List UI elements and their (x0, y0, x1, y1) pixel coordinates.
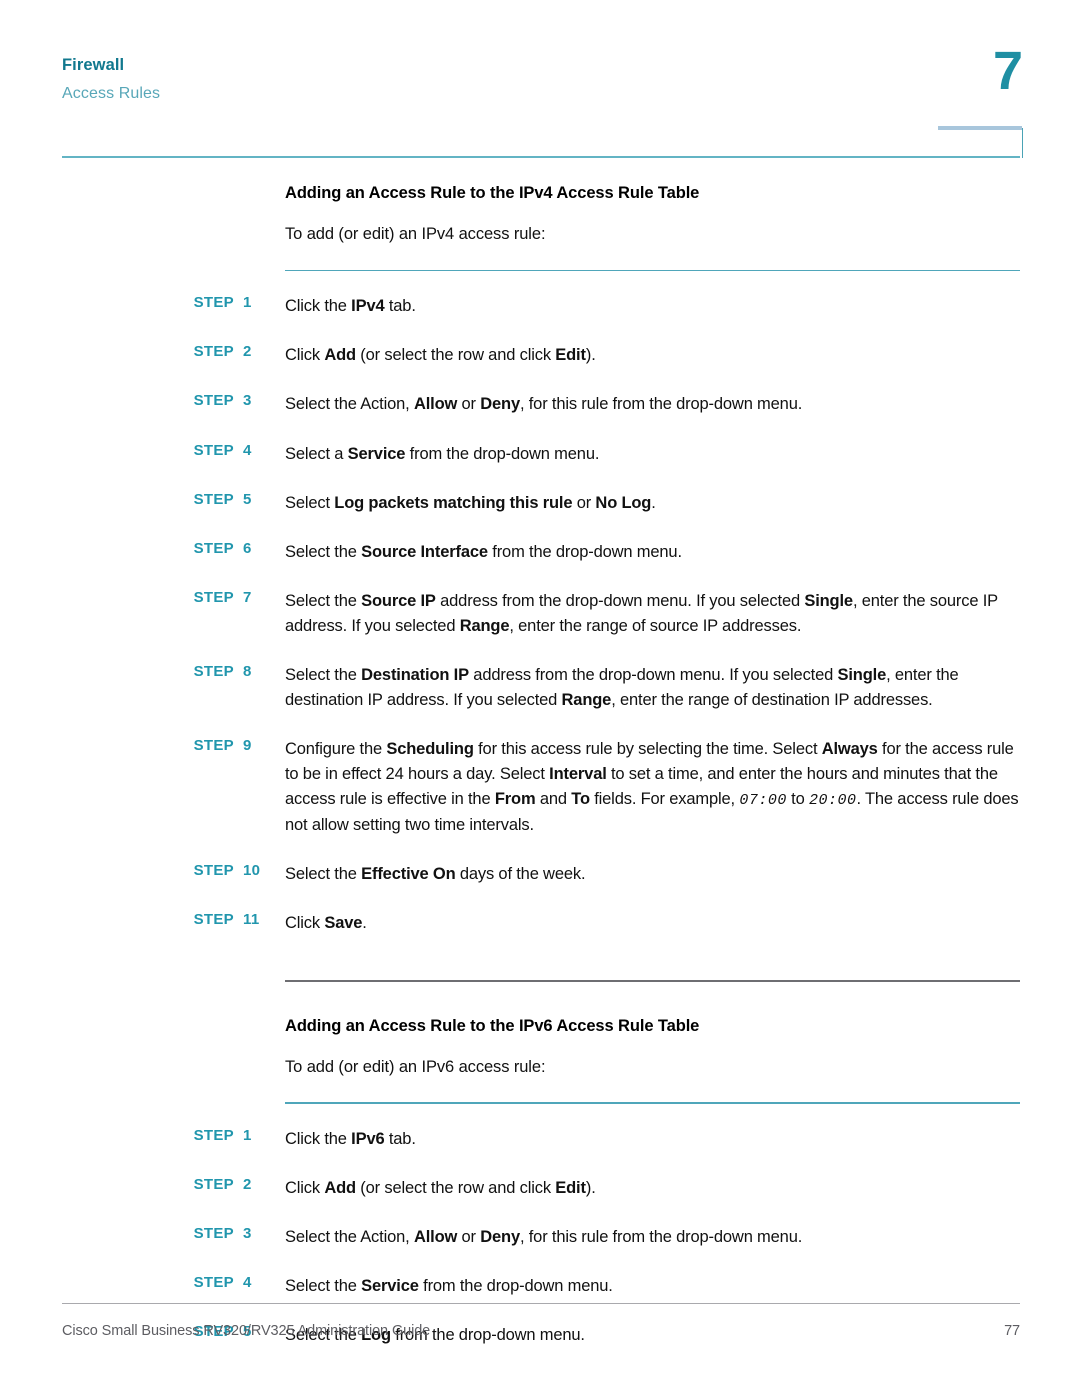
step-number: 1 (243, 1126, 252, 1144)
section-intro: To add (or edit) an IPv6 access rule: (285, 1058, 546, 1077)
header-section-title: Access Rules (62, 84, 161, 102)
step-item: STEP 9 Configure the Scheduling for this … (0, 731, 1080, 844)
step-number: 3 (243, 392, 252, 410)
step-label-word: STEP (193, 1126, 234, 1144)
step-item: STEP 6 Select the Source Interface from t… (0, 534, 1080, 571)
footer-page-number: 77 (1004, 1323, 1020, 1339)
step-text: Select the Source Interface from the dro… (285, 542, 682, 561)
step-text: Configure the Scheduling for this access… (285, 740, 1019, 835)
chapter-tab-right-edge (1021, 128, 1023, 158)
step-label-word: STEP (193, 862, 234, 880)
step-item: STEP 11 Click Save. (0, 905, 1080, 942)
header-divider-rule (62, 156, 1020, 158)
step-label-word: STEP (193, 441, 234, 459)
page-footer: Cisco Small Business RV320/RV325 Adminis… (62, 1323, 1020, 1339)
step-label-word: STEP (193, 662, 234, 680)
step-label-word: STEP (193, 392, 234, 410)
step-label: STEP 5 (0, 491, 263, 508)
step-text: Select a Service from the drop-down menu… (285, 444, 600, 463)
step-number: 2 (243, 343, 252, 361)
step-item: STEP 1 Click the IPv4 tab. (0, 288, 1080, 325)
step-label-word: STEP (193, 737, 234, 755)
step-number: 1 (243, 294, 252, 312)
step-label: STEP 6 (0, 540, 263, 557)
step-label-word: STEP (193, 343, 234, 361)
step-item: STEP 1 Click the IPv6 tab. (0, 1121, 1080, 1158)
step-item: STEP 5 Select Log packets matching this r… (0, 485, 1080, 522)
step-item: STEP 3 Select the Action, Allow or Deny, … (0, 386, 1080, 423)
step-number: 4 (243, 1274, 252, 1292)
header-chapter-title: Firewall (62, 56, 125, 74)
section-ipv6: Adding an Access Rule to the IPv6 Access… (0, 980, 1080, 1354)
step-label: STEP 10 (0, 862, 263, 879)
step-text: Click the IPv6 tab. (285, 1129, 416, 1148)
step-text: Click Save. (285, 914, 367, 933)
step-label: STEP 8 (0, 663, 263, 680)
step-label: STEP 1 (0, 294, 263, 311)
section-intro: To add (or edit) an IPv4 access rule: (285, 225, 546, 244)
step-text: Select the Destination IP address from t… (285, 665, 959, 709)
step-item: STEP 7 Select the Source IP address from … (0, 583, 1080, 645)
page-content: Adding an Access Rule to the IPv4 Access… (0, 183, 1080, 1354)
running-header: Firewall Access Rules (62, 55, 1018, 145)
step-label-word: STEP (193, 539, 234, 557)
section-divider-teal (285, 269, 1020, 272)
step-number: 7 (243, 588, 252, 606)
step-item: STEP 3 Select the Action, Allow or Deny, … (0, 1219, 1080, 1256)
step-number: 3 (243, 1225, 252, 1243)
step-number: 2 (243, 1176, 252, 1194)
step-number: 4 (243, 441, 252, 459)
step-label-word: STEP (193, 1274, 234, 1292)
step-item: STEP 2 Click Add (or select the row and c… (0, 1170, 1080, 1207)
step-list-ipv6: STEP 1 Click the IPv6 tab. STEP 2 Click Ad… (0, 1121, 1080, 1354)
step-label-word: STEP (193, 490, 234, 508)
section-divider-teal (285, 1102, 1020, 1104)
step-text: Select the Source IP address from the dr… (285, 591, 998, 635)
step-label: STEP 3 (0, 1225, 263, 1242)
step-text: Select the Service from the drop-down me… (285, 1277, 613, 1296)
section-divider-gray (285, 980, 1020, 982)
step-label: STEP 4 (0, 442, 263, 459)
step-label: STEP 2 (0, 343, 263, 360)
step-label: STEP 2 (0, 1176, 263, 1193)
step-label-word: STEP (193, 588, 234, 606)
section-ipv4: Adding an Access Rule to the IPv4 Access… (0, 183, 1080, 942)
step-number: 5 (243, 490, 252, 508)
step-label: STEP 1 (0, 1127, 263, 1144)
step-label-word: STEP (193, 1225, 234, 1243)
step-item: STEP 4 Select the Service from the drop-d… (0, 1268, 1080, 1305)
step-label-word: STEP (193, 294, 234, 312)
step-label: STEP 9 (0, 737, 263, 754)
step-number: 6 (243, 539, 252, 557)
step-text: Click Add (or select the row and click E… (285, 346, 596, 365)
chapter-number: 7 (992, 41, 1023, 101)
step-item: STEP 8 Select the Destination IP address … (0, 657, 1080, 719)
step-text: Select Log packets matching this rule or… (285, 493, 656, 512)
step-label: STEP 11 (0, 911, 263, 928)
chapter-tab-topbar (938, 126, 1022, 130)
step-text: Click the IPv4 tab. (285, 297, 416, 316)
step-label: STEP 4 (0, 1274, 263, 1291)
footer-document-title: Cisco Small Business RV320/RV325 Adminis… (62, 1323, 431, 1339)
step-label: STEP 7 (0, 589, 263, 606)
step-text: Select the Action, Allow or Deny, for th… (285, 395, 803, 414)
step-item: STEP 10 Select the Effective On days of t… (0, 856, 1080, 893)
step-number: 11 (243, 911, 260, 929)
step-number: 10 (243, 862, 261, 880)
step-label-word: STEP (193, 911, 234, 929)
step-number: 9 (243, 737, 252, 755)
step-text: Click Add (or select the row and click E… (285, 1179, 596, 1198)
step-list-ipv4: STEP 1 Click the IPv4 tab. STEP 2 Click Ad… (0, 288, 1080, 942)
step-item: STEP 2 Click Add (or select the row and c… (0, 337, 1080, 374)
footer-divider-rule (62, 1303, 1020, 1304)
step-item: STEP 4 Select a Service from the drop-dow… (0, 436, 1080, 473)
step-text: Select the Action, Allow or Deny, for th… (285, 1228, 803, 1247)
step-number: 8 (243, 662, 252, 680)
section-heading: Adding an Access Rule to the IPv4 Access… (285, 184, 700, 202)
step-label: STEP 3 (0, 392, 263, 409)
step-text: Select the Effective On days of the week… (285, 865, 586, 884)
step-label-word: STEP (193, 1176, 234, 1194)
document-page: Firewall Access Rules 7 Adding an Access… (0, 0, 1080, 1397)
section-heading: Adding an Access Rule to the IPv6 Access… (285, 1016, 700, 1035)
